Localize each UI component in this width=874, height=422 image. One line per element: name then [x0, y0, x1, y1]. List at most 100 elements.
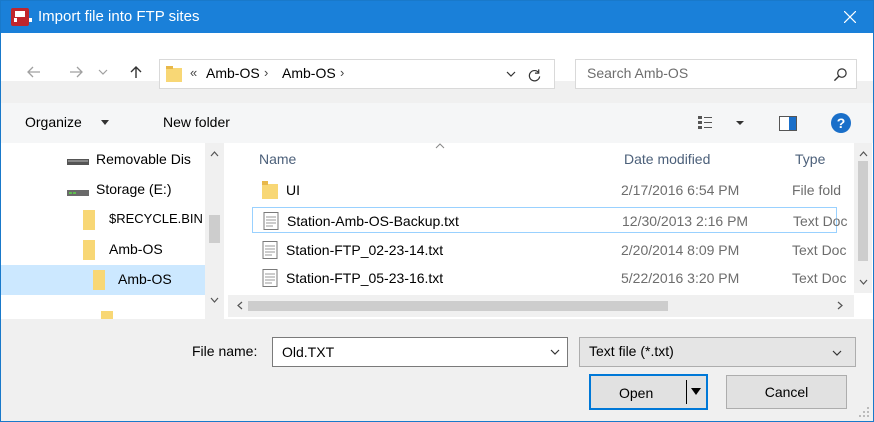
cancel-button[interactable]: Cancel: [726, 375, 847, 409]
scroll-right-icon[interactable]: [830, 297, 849, 314]
window-title: Import file into FTP sites: [38, 8, 200, 25]
chevron-down-icon: [832, 350, 842, 356]
sort-ascending-icon: [435, 143, 445, 149]
refresh-icon: [528, 68, 540, 81]
scrollbar-thumb[interactable]: [858, 161, 868, 261]
open-options-dropdown[interactable]: [691, 388, 701, 395]
close-icon: [844, 10, 856, 23]
column-header-name[interactable]: Name: [259, 151, 296, 167]
file-type-select[interactable]: Text file (*.txt): [579, 337, 856, 367]
tree-item-storage[interactable]: Storage (E:): [1, 175, 205, 205]
chevron-down-icon[interactable]: [549, 347, 561, 357]
open-button-label: Open: [619, 385, 654, 401]
tree-item-amb-os[interactable]: Amb-OS: [1, 235, 205, 265]
folder-icon: [83, 210, 95, 230]
file-type: File fold: [792, 182, 842, 198]
file-row-ui[interactable]: UI 2/17/2016 6:54 PM File fold: [252, 177, 841, 203]
search-icon[interactable]: [833, 67, 848, 82]
scroll-down-icon[interactable]: [205, 291, 224, 308]
column-header-type[interactable]: Type: [795, 151, 825, 167]
text-file-icon: [263, 212, 279, 230]
file-list-vertical-scrollbar[interactable]: [854, 143, 872, 293]
file-name: Station-FTP_05-23-16.txt: [286, 270, 444, 286]
column-header-date[interactable]: Date modified: [624, 151, 710, 167]
file-type: Text Doc: [792, 270, 847, 286]
folder-icon: [83, 240, 95, 260]
file-list: Name Date modified Type UI 2/17/2016 6:5…: [228, 143, 873, 319]
resize-grip-icon[interactable]: [858, 406, 870, 418]
chevron-down-icon: [98, 69, 108, 75]
file-row-ftp-02[interactable]: Station-FTP_02-23-14.txt 2/20/2014 8:09 …: [252, 237, 846, 263]
file-list-horizontal-scrollbar[interactable]: [228, 295, 854, 317]
scroll-down-icon[interactable]: [854, 273, 872, 290]
file-dialog: Import file into FTP sites « Amb-OS › Am…: [0, 0, 874, 422]
address-bar[interactable]: « Amb-OS › Amb-OS ›: [159, 59, 555, 89]
app-icon: [11, 8, 32, 26]
view-options-icon[interactable]: [698, 114, 746, 132]
file-row-backup[interactable]: Station-Amb-OS-Backup.txt 12/30/2013 2:1…: [252, 207, 847, 233]
file-type: Text Doc: [793, 213, 848, 229]
new-folder-button[interactable]: New folder: [163, 114, 230, 130]
scrollbar-thumb[interactable]: [248, 301, 668, 311]
file-name: Station-Amb-OS-Backup.txt: [287, 213, 459, 229]
search-box[interactable]: Search Amb-OS: [575, 59, 857, 89]
title-bar: Import file into FTP sites: [1, 1, 873, 33]
refresh-button[interactable]: [525, 66, 543, 84]
organize-button[interactable]: Organize: [25, 114, 82, 130]
up-button[interactable]: [125, 61, 147, 83]
folder-icon: [93, 270, 105, 290]
text-file-icon: [262, 269, 278, 287]
text-file-icon: [262, 241, 278, 259]
close-button[interactable]: [827, 1, 873, 32]
tree-item-label: Storage (E:): [96, 181, 172, 197]
file-date: 2/17/2016 6:54 PM: [621, 182, 740, 198]
breadcrumb-item[interactable]: Amb-OS: [206, 65, 260, 81]
scroll-left-icon[interactable]: [230, 297, 249, 314]
tree-item-removable-disk[interactable]: Removable Dis: [1, 145, 205, 175]
file-date: 2/20/2014 8:09 PM: [621, 242, 740, 258]
content-area: Removable Dis Storage (E:) $RECYCLE.BIN …: [1, 143, 873, 319]
forward-button[interactable]: [65, 61, 87, 83]
scroll-up-icon[interactable]: [854, 145, 872, 162]
back-button[interactable]: [23, 61, 45, 83]
file-name-label: File name:: [192, 343, 258, 359]
tree-item-amb-os-selected[interactable]: Amb-OS: [1, 265, 205, 295]
tree-item-label: Amb-OS: [118, 271, 172, 287]
arrow-up-icon: [130, 66, 142, 78]
tree-item-recycle-bin[interactable]: $RECYCLE.BIN: [1, 205, 205, 235]
breadcrumb-separator[interactable]: ›: [340, 65, 344, 80]
file-type-value: Text file (*.txt): [589, 343, 674, 359]
navigation-bar: « Amb-OS › Amb-OS › Search Amb-OS: [1, 33, 873, 89]
file-date: 12/30/2013 2:16 PM: [622, 213, 749, 229]
scrollbar-thumb[interactable]: [209, 215, 220, 243]
drive-icon: [67, 159, 89, 165]
arrow-left-icon: [27, 66, 40, 78]
chevron-down-icon[interactable]: [504, 67, 518, 81]
breadcrumb-item[interactable]: Amb-OS: [282, 65, 336, 81]
navigation-pane: Removable Dis Storage (E:) $RECYCLE.BIN …: [1, 143, 228, 319]
folder-icon: [166, 66, 182, 82]
recent-locations-button[interactable]: [95, 61, 111, 83]
open-button[interactable]: Open: [589, 374, 708, 410]
file-name: UI: [286, 182, 300, 198]
file-row-ftp-05[interactable]: Station-FTP_05-23-16.txt 5/22/2016 3:20 …: [252, 265, 846, 291]
split-divider: [686, 380, 687, 404]
drive-icon: [67, 190, 89, 196]
preview-pane-icon[interactable]: [779, 116, 797, 131]
tree-item-label: $RECYCLE.BIN: [109, 211, 203, 226]
tree-item-label: Removable Dis: [96, 151, 191, 167]
help-icon[interactable]: ?: [831, 113, 851, 133]
tree-scrollbar[interactable]: [205, 143, 224, 319]
file-name: Station-FTP_02-23-14.txt: [286, 242, 444, 258]
arrow-right-icon: [70, 66, 83, 78]
folder-icon: [262, 181, 278, 199]
breadcrumb-overflow[interactable]: «: [190, 65, 197, 80]
breadcrumb-separator[interactable]: ›: [264, 65, 268, 80]
tree-item-label: Amb-OS: [109, 241, 163, 257]
file-name-field[interactable]: [272, 337, 568, 367]
caret-down-icon: [101, 120, 109, 125]
folder-icon: [101, 311, 113, 319]
search-input[interactable]: Search Amb-OS: [587, 65, 688, 81]
scroll-up-icon[interactable]: [205, 145, 224, 162]
command-toolbar: Organize New folder ?: [1, 103, 873, 143]
